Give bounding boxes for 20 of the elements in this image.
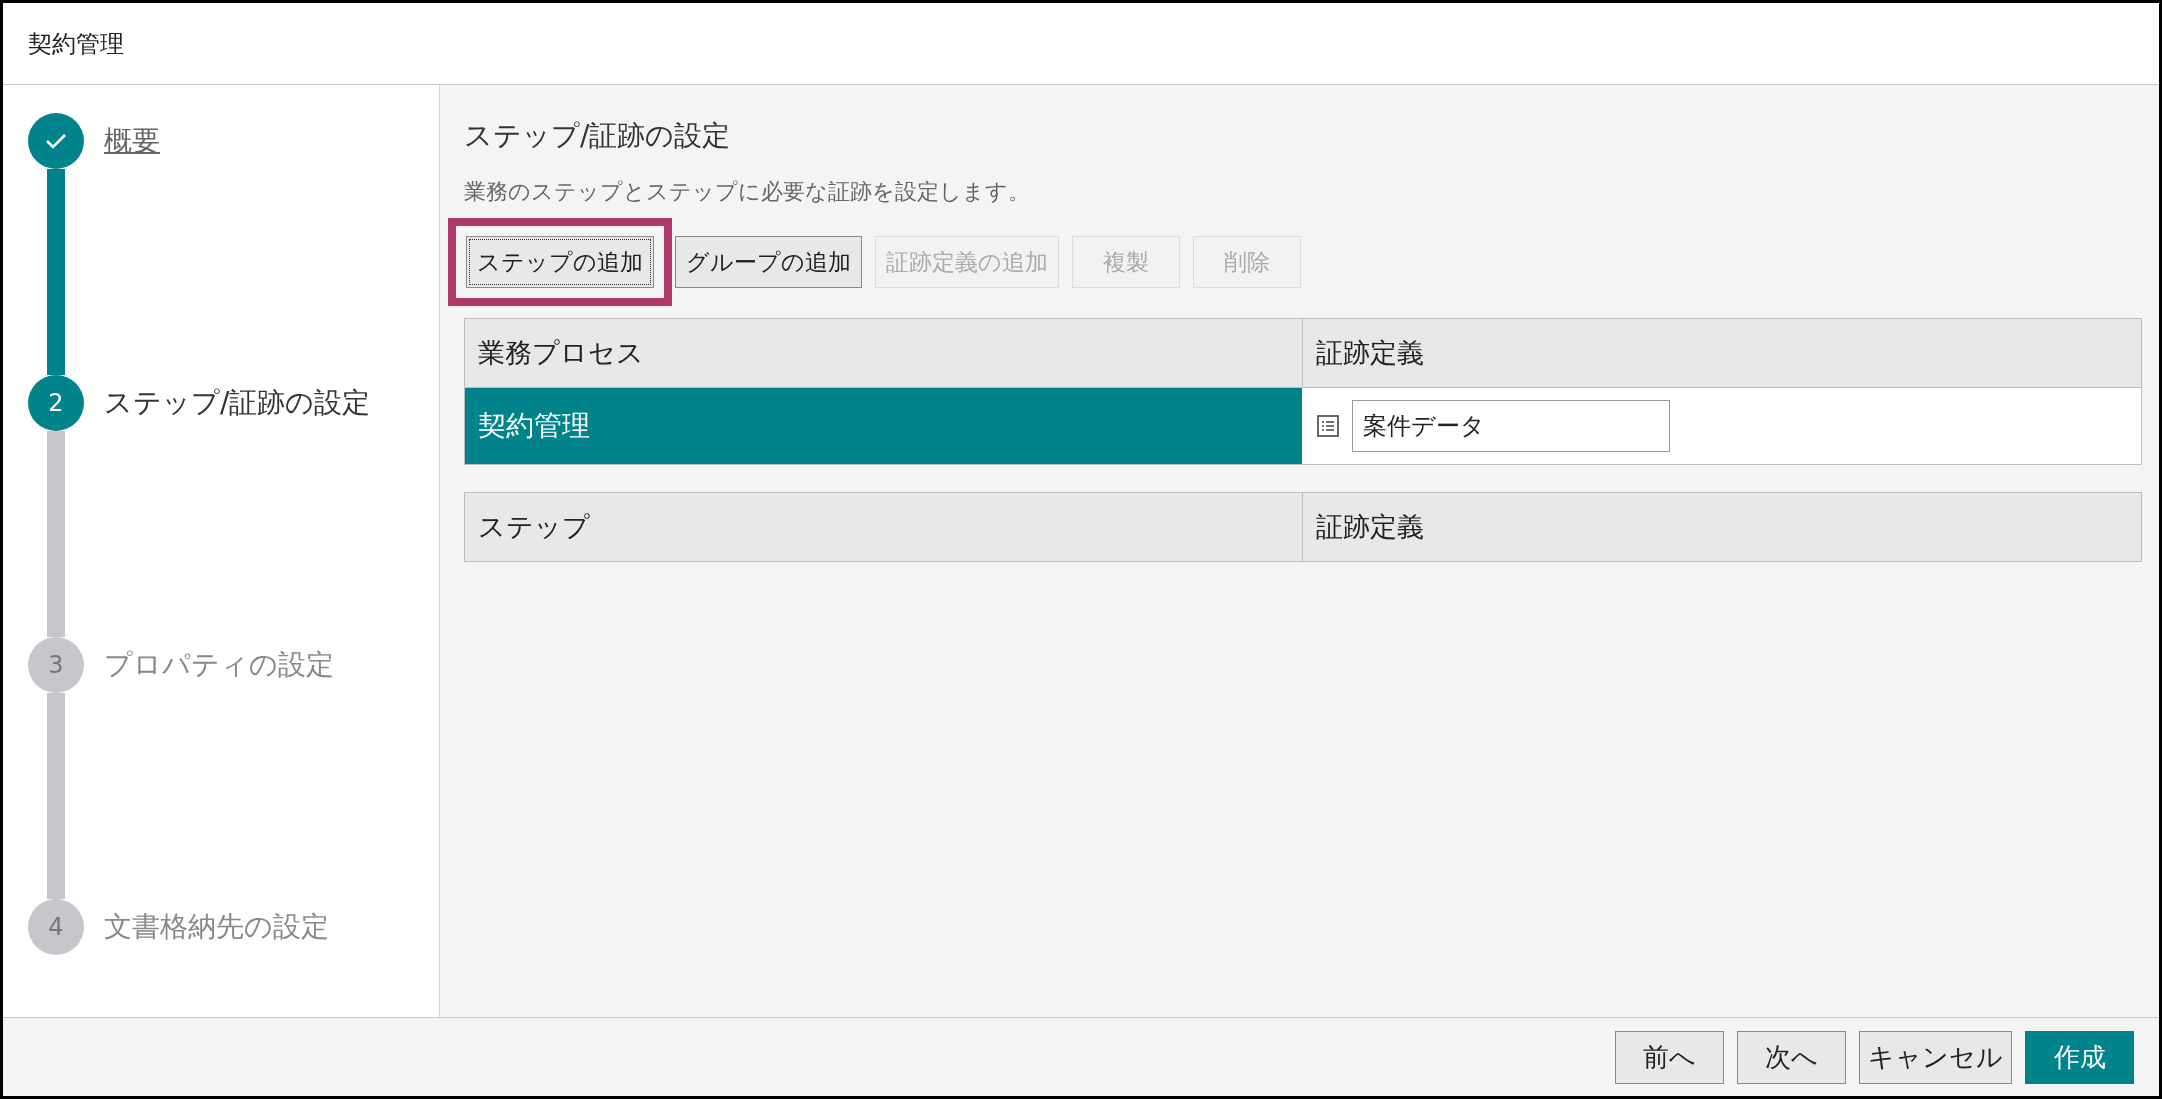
toolbar-button[interactable]: グループの追加 (675, 236, 862, 288)
window-title: 契約管理 (28, 28, 124, 60)
column-header: 証跡定義 (1302, 493, 2141, 561)
column-header: 業務プロセス (477, 335, 645, 370)
footer-button[interactable]: 前へ (1615, 1030, 1724, 1084)
input-field[interactable]: 案件データ (1352, 400, 1670, 452)
toolbar-button[interactable]: ステップの追加 (466, 236, 654, 288)
column-header: 証跡定義 (1302, 319, 2141, 387)
footer-button[interactable]: キャンセル (1859, 1030, 2012, 1084)
description-text: 業務のステップとステップに必要な証跡を設定します。 (464, 178, 1031, 206)
column-header: ステップ (477, 509, 591, 544)
footer-button[interactable]: 次へ (1737, 1030, 1846, 1084)
step-link[interactable]: 概要 (104, 120, 160, 162)
step-label: ステップ/証跡の設定 (104, 385, 371, 421)
table-cell[interactable]: 契約管理 (465, 388, 1302, 464)
section-title: ステップ/証跡の設定 (464, 118, 732, 154)
list-icon (1316, 414, 1340, 438)
footer-button[interactable]: 作成 (2025, 1030, 2134, 1084)
step-label: 文書格納先の設定 (104, 909, 329, 945)
step-label: プロパティの設定 (104, 647, 334, 683)
